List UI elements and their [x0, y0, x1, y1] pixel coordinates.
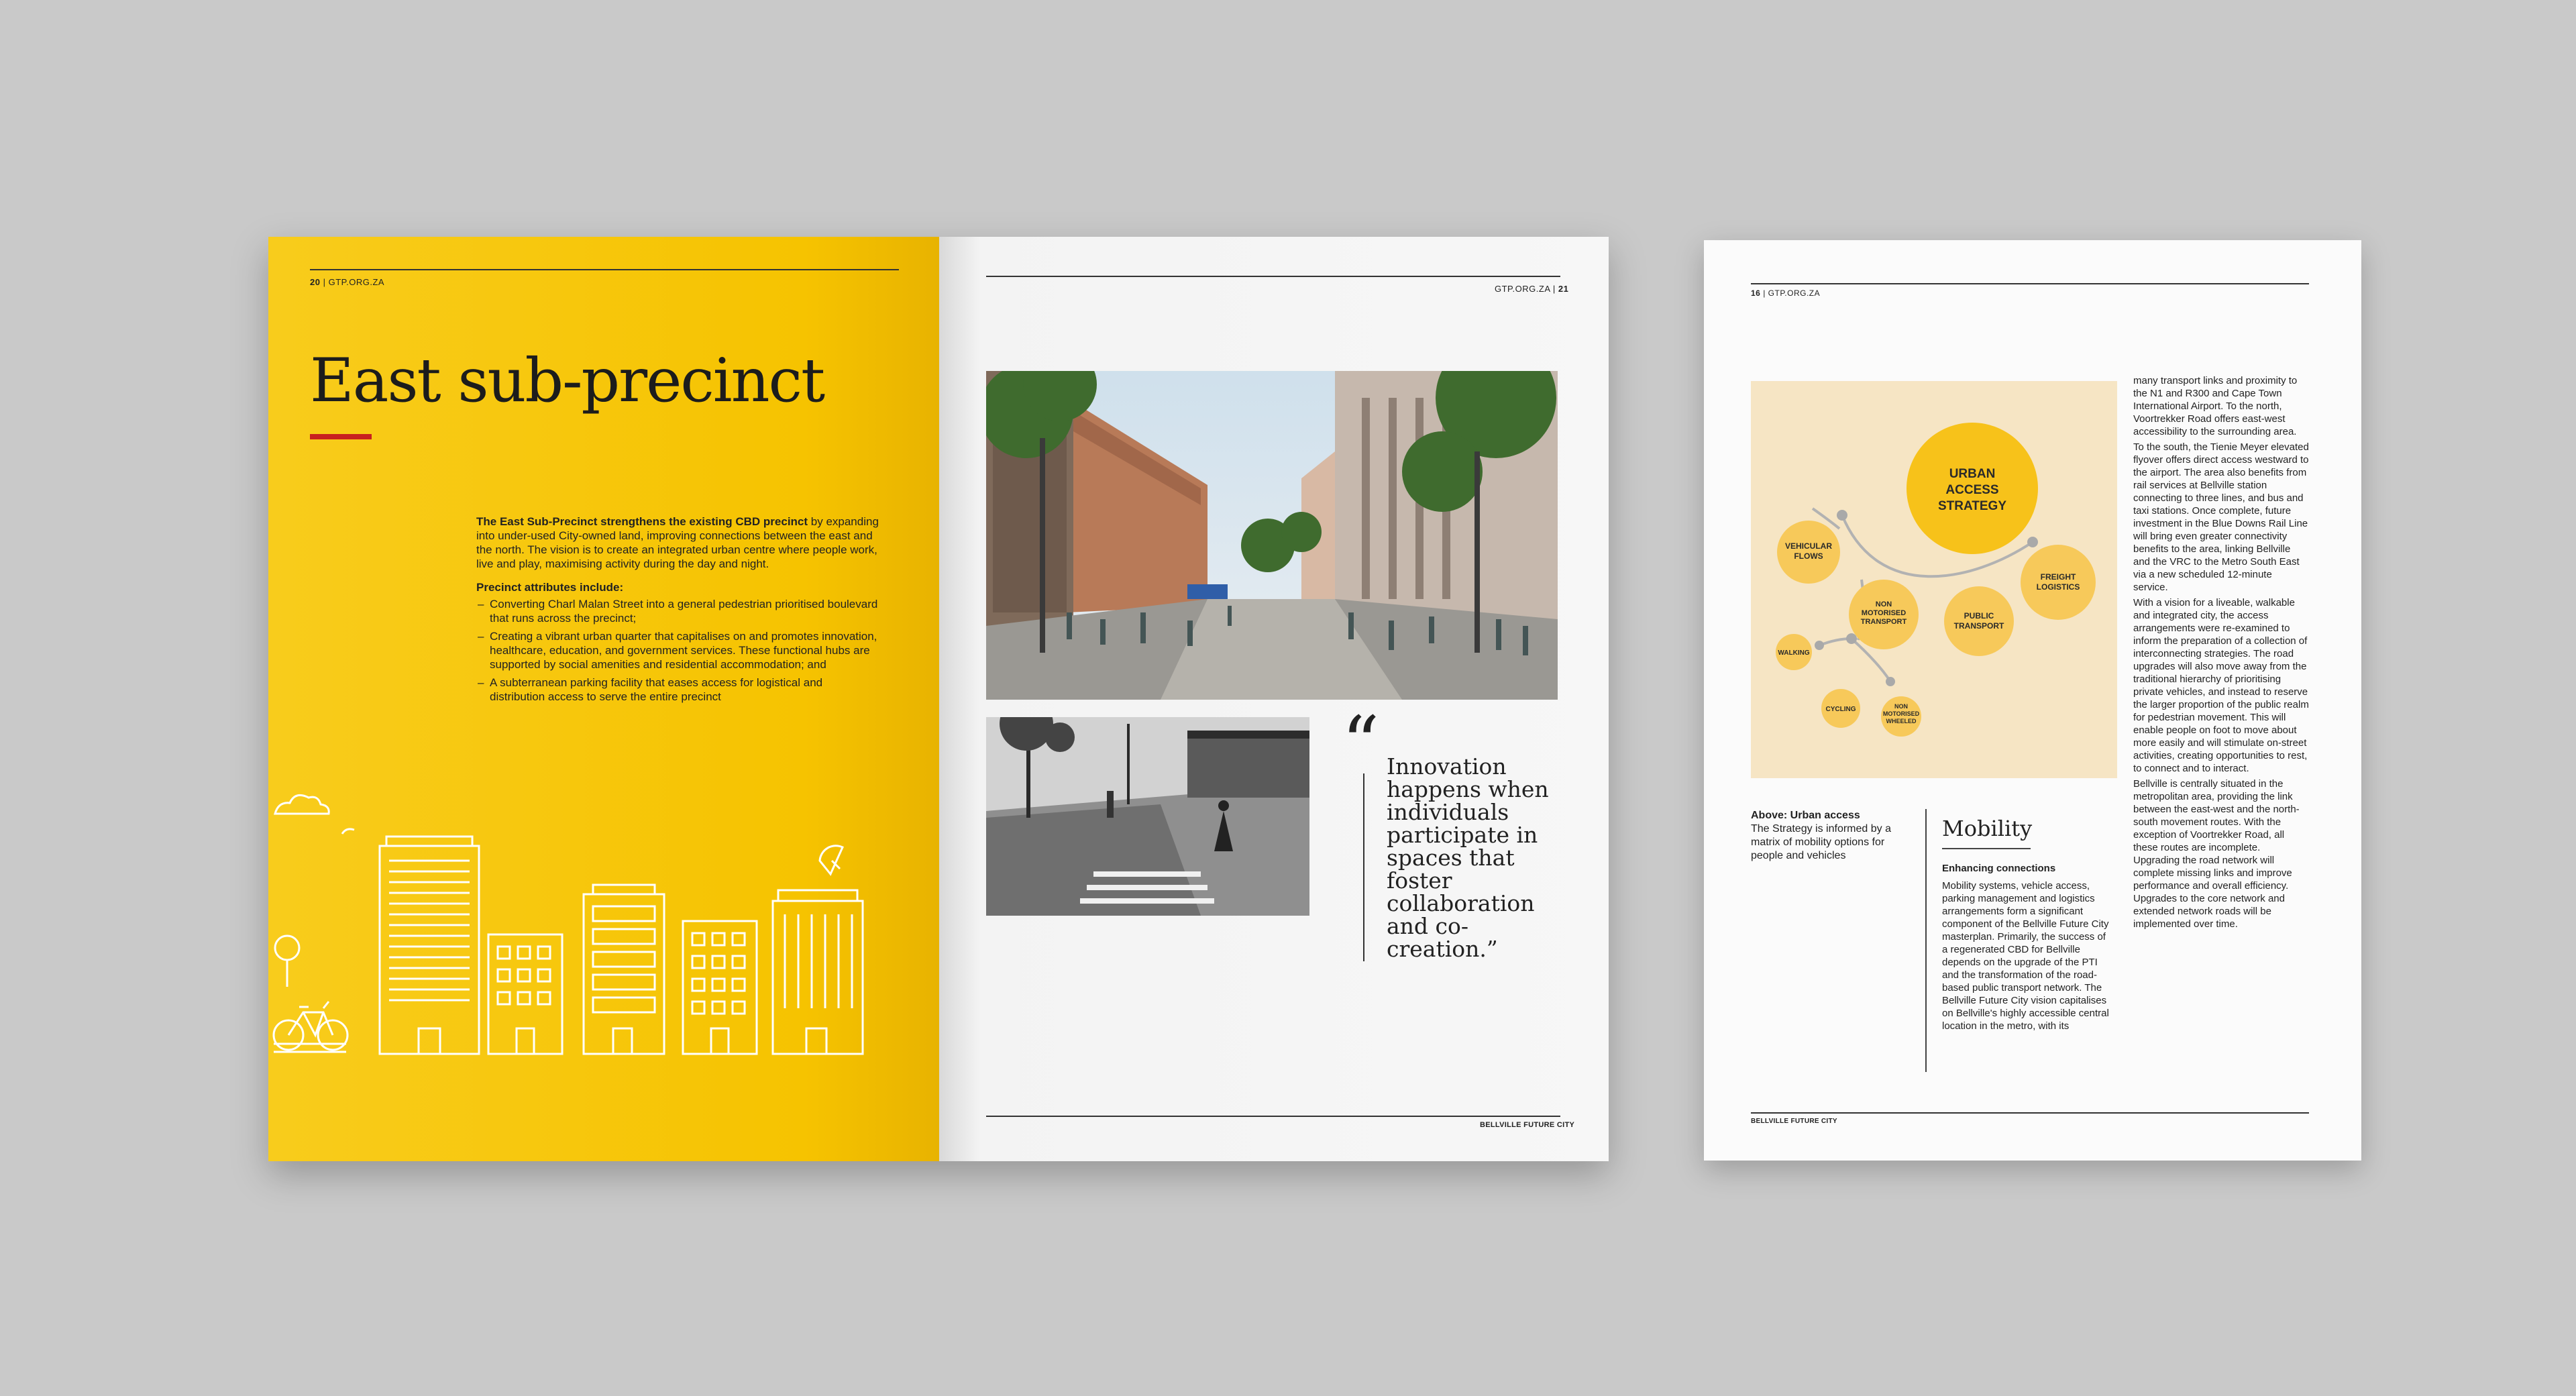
left-page: 20 | GTP.ORG.ZA East sub-precinct The Ea… [268, 237, 939, 1161]
mobility-body-text: Mobility systems, vehicle access, parkin… [1942, 880, 2109, 1032]
caption-text: The Strategy is informed by a matrix of … [1751, 823, 1891, 861]
footer-brand: BELLVILLE FUTURE CITY [1751, 1118, 1837, 1125]
intro-text: The East Sub-Precinct strengthens the ex… [476, 515, 879, 708]
section-title-rule [1942, 848, 2031, 849]
diagram-node-freight: FREIGHT LOGISTICS [2037, 572, 2080, 592]
bottom-rule [986, 1116, 1560, 1117]
top-rule [1751, 283, 2309, 284]
attributes-list: Converting Charl Malan Street into a gen… [476, 597, 879, 704]
paragraph: many transport links and proximity to th… [2133, 375, 2298, 437]
street-render-photo [986, 371, 1558, 700]
footer-brand: BELLVILLE FUTURE CITY [1480, 1121, 1575, 1129]
top-rule [986, 276, 1560, 277]
diagram-caption: Above: Urban access The Strategy is info… [1751, 809, 1909, 863]
attributes-heading: Precinct attributes include: [476, 581, 624, 594]
diagram-node-walking: WALKING [1778, 649, 1809, 657]
page-title: East sub-precinct [310, 345, 825, 416]
city-skyline-illustration [272, 794, 864, 1055]
diagram-node-cycling: CYCLING [1826, 706, 1856, 713]
paragraph: With a vision for a liveable, walkable a… [2133, 597, 2309, 774]
right-column-text: many transport links and proximity to th… [2133, 374, 2309, 933]
list-item: Creating a vibrant urban quarter that ca… [476, 629, 879, 672]
quote-bar [1363, 773, 1364, 961]
list-item: Converting Charl Malan Street into a gen… [476, 597, 879, 625]
caption-title: Above: Urban access [1751, 810, 1860, 821]
page-folio: GTP.ORG.ZA | 21 [1495, 284, 1569, 294]
page-folio: 16 | GTP.ORG.ZA [1751, 288, 1821, 298]
quote-mark: “ [1342, 700, 1380, 786]
top-rule [310, 269, 899, 270]
paragraph: To the south, the Tienie Meyer elevated … [2133, 441, 2309, 593]
column-divider [1925, 809, 1927, 1072]
street-bw-photo [986, 717, 1309, 916]
urban-access-diagram: URBAN ACCESS STRATEGY VEHICULAR FLOWS NON MO… [1751, 381, 2117, 778]
pull-quote: Innovation happens when individuals part… [1387, 753, 1549, 962]
right-page: GTP.ORG.ZA | 21 “ Innovation happens whe… [939, 237, 1609, 1161]
paragraph: Bellville is centrally situated in the m… [2133, 778, 2300, 930]
list-item: A subterranean parking facility that eas… [476, 676, 879, 704]
lead-sentence: The East Sub-Precinct strengthens the ex… [476, 515, 808, 528]
bottom-rule [1751, 1112, 2309, 1114]
page-folio: 20 | GTP.ORG.ZA [310, 277, 385, 287]
section-title: Mobility [1942, 816, 2033, 841]
title-underline [310, 434, 372, 439]
section-subheading: Enhancing connections [1942, 863, 2056, 874]
single-page: 16 | GTP.ORG.ZA URBAN ACCESS STRATEGY VEHI… [1704, 240, 2361, 1161]
